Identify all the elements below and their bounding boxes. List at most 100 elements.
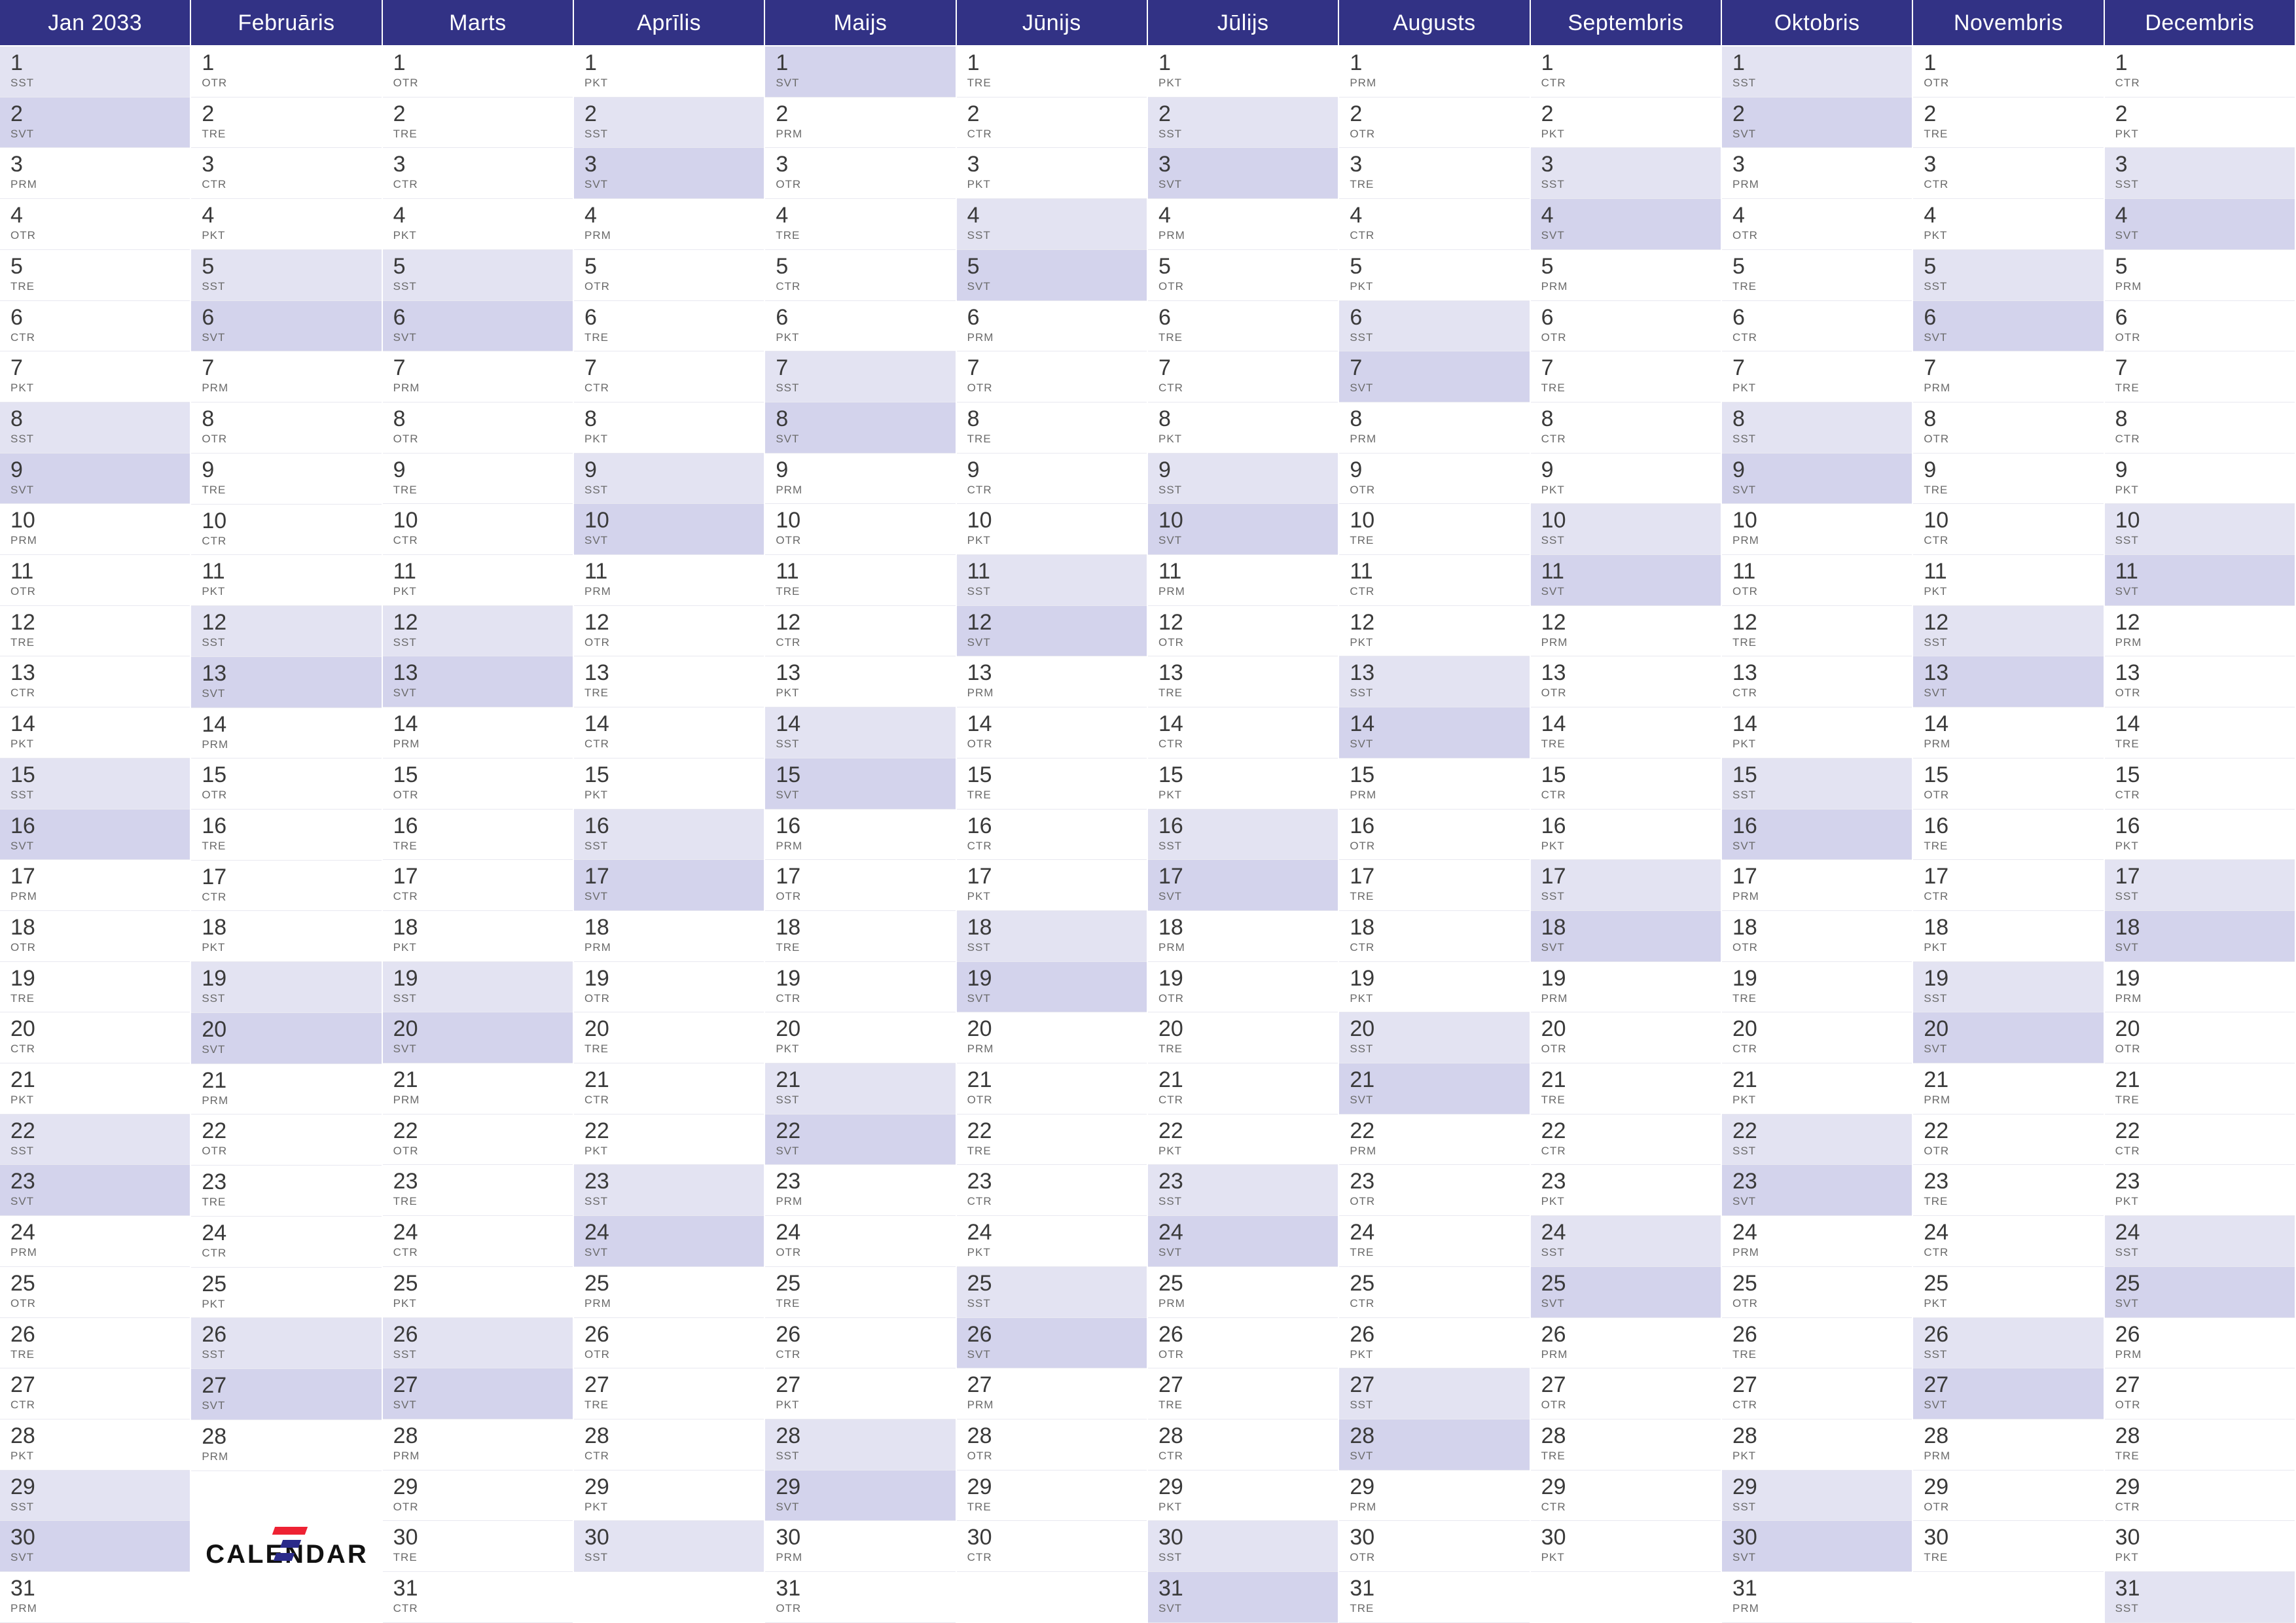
- day-weekday-abbr: PKT: [2115, 1195, 2286, 1208]
- day-weekday-abbr: OTR: [1541, 1399, 1712, 1412]
- day-weekday-abbr: SVT: [776, 789, 946, 802]
- day-number: 19: [1924, 967, 2094, 990]
- day-number: 25: [1541, 1272, 1712, 1294]
- day-number: 14: [10, 713, 181, 735]
- day-cell: 16OTR: [1339, 810, 1529, 861]
- day-cell: 29SST: [0, 1471, 190, 1522]
- day-cell: 16CTR: [957, 810, 1147, 861]
- day-number: 14: [393, 713, 564, 735]
- day-number: 26: [1924, 1323, 2094, 1346]
- day-cell: 4OTR: [0, 199, 190, 250]
- day-cell: 27PRM: [957, 1368, 1147, 1419]
- day-cell: 25PKT: [383, 1267, 573, 1318]
- day-cell: 13CTR: [0, 656, 190, 707]
- day-cell: 30PKT: [1531, 1521, 1721, 1572]
- day-weekday-abbr: TRE: [393, 128, 564, 141]
- day-number: 12: [776, 611, 946, 633]
- day-number: 6: [1350, 306, 1520, 329]
- day-number: 27: [2115, 1374, 2286, 1396]
- day-weekday-abbr: CTR: [1924, 178, 2094, 191]
- day-cell: 19SST: [383, 962, 573, 1013]
- day-weekday-abbr: SST: [10, 77, 181, 90]
- day-weekday-abbr: PKT: [1158, 77, 1329, 90]
- day-cell: 4PRM: [574, 199, 764, 250]
- day-weekday-abbr: PRM: [1541, 636, 1712, 649]
- empty-cell: [1531, 1572, 1721, 1623]
- day-number: 28: [393, 1425, 564, 1447]
- day-number: 14: [967, 713, 1138, 735]
- empty-cell: [191, 1471, 381, 1522]
- day-cell: 1PKT: [1148, 46, 1338, 98]
- day-weekday-abbr: SST: [202, 1348, 372, 1361]
- day-weekday-abbr: TRE: [202, 1196, 372, 1209]
- day-number: 29: [1924, 1476, 2094, 1498]
- day-weekday-abbr: SVT: [967, 992, 1138, 1005]
- day-number: 14: [1732, 713, 1903, 735]
- day-weekday-abbr: PKT: [776, 1043, 946, 1056]
- day-number: 10: [10, 509, 181, 531]
- day-cell: 3SST: [2105, 148, 2295, 199]
- day-cell: 21CTR: [574, 1063, 764, 1115]
- day-cell: 20OTR: [2105, 1012, 2295, 1063]
- day-weekday-abbr: PRM: [1732, 1602, 1903, 1615]
- day-number: 31: [2115, 1577, 2286, 1599]
- day-number: 28: [1158, 1425, 1329, 1447]
- day-weekday-abbr: PRM: [1158, 585, 1329, 598]
- month-header: Oktobris: [1722, 0, 1912, 46]
- day-cell: 16TRE: [191, 810, 381, 861]
- day-weekday-abbr: TRE: [393, 484, 564, 497]
- day-cell: 28TRE: [2105, 1419, 2295, 1471]
- day-weekday-abbr: PKT: [967, 1246, 1138, 1259]
- day-cell: 13TRE: [1148, 656, 1338, 707]
- day-number: 3: [776, 153, 946, 175]
- day-cell: 25PKT: [1913, 1267, 2103, 1318]
- day-number: 2: [776, 103, 946, 125]
- day-weekday-abbr: PRM: [1350, 433, 1520, 446]
- day-number: 26: [1541, 1323, 1712, 1346]
- day-cell: 27SST: [1339, 1368, 1529, 1419]
- day-cell: 15OTR: [383, 758, 573, 810]
- day-cell: 18PRM: [1148, 911, 1338, 962]
- day-weekday-abbr: CTR: [393, 178, 564, 191]
- day-weekday-abbr: PKT: [1541, 840, 1712, 853]
- day-weekday-abbr: SST: [967, 585, 1138, 598]
- day-number: 9: [1732, 459, 1903, 481]
- day-number: 16: [584, 815, 755, 837]
- day-weekday-abbr: PKT: [1350, 1348, 1520, 1361]
- day-weekday-abbr: PKT: [1541, 1551, 1712, 1564]
- day-cell: 14PRM: [383, 707, 573, 758]
- day-cell: 20CTR: [0, 1012, 190, 1063]
- day-cell: 10CTR: [1913, 504, 2103, 555]
- day-number: 22: [1158, 1120, 1329, 1142]
- day-weekday-abbr: SST: [10, 1501, 181, 1514]
- day-cell: 26PRM: [2105, 1318, 2295, 1369]
- month-column: Maijs1SVT2PRM3OTR4TRE5CTR6PKT7SST8SVT9PR…: [765, 0, 956, 1623]
- day-cell: 26OTR: [1148, 1318, 1338, 1369]
- day-number: 3: [2115, 153, 2286, 175]
- day-cell: 29CTR: [1531, 1471, 1721, 1522]
- day-number: 22: [202, 1120, 372, 1142]
- day-cell: 29CTR: [2105, 1471, 2295, 1522]
- day-cell: 7PKT: [1722, 351, 1912, 402]
- day-number: 28: [1924, 1425, 2094, 1447]
- day-number: 27: [202, 1374, 372, 1397]
- day-number: 22: [10, 1120, 181, 1142]
- day-number: 13: [967, 662, 1138, 684]
- day-number: 30: [1732, 1526, 1903, 1548]
- day-number: 21: [393, 1069, 564, 1091]
- day-weekday-abbr: CTR: [1541, 433, 1712, 446]
- day-cell: 8OTR: [191, 402, 381, 454]
- day-weekday-abbr: SST: [393, 1348, 564, 1361]
- day-weekday-abbr: PKT: [202, 941, 372, 954]
- day-weekday-abbr: CTR: [776, 992, 946, 1005]
- day-cell: 4SST: [957, 199, 1147, 250]
- day-number: 3: [967, 153, 1138, 175]
- day-number: 17: [1350, 865, 1520, 887]
- day-cell: 7PRM: [383, 351, 573, 402]
- day-number: 12: [2115, 611, 2286, 633]
- day-number: 10: [776, 509, 946, 531]
- day-cell: 2TRE: [191, 98, 381, 149]
- day-cell: 9PRM: [765, 454, 955, 505]
- day-number: 25: [2115, 1272, 2286, 1294]
- month-column: Septembris1CTR2PKT3SST4SVT5PRM6OTR7TRE8C…: [1531, 0, 1722, 1623]
